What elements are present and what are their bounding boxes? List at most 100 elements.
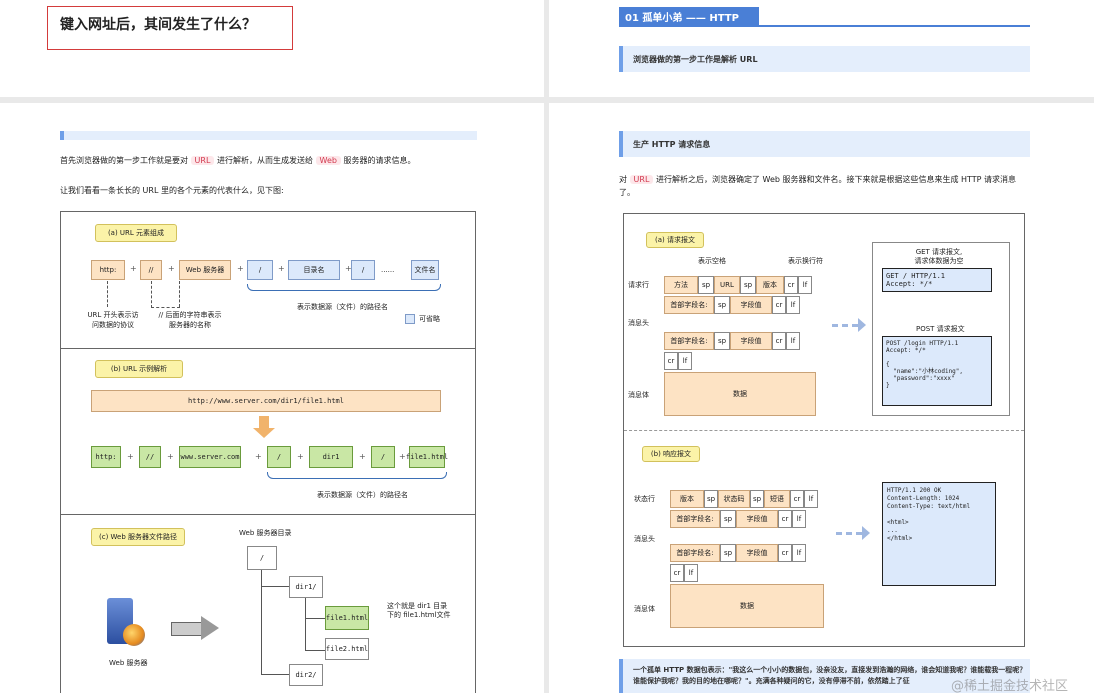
dashed-guide xyxy=(107,281,108,307)
dots: ...... xyxy=(381,266,395,274)
url-tag: URL xyxy=(190,156,215,165)
req-lf: lf xyxy=(798,276,812,294)
box-protocol: http: xyxy=(91,260,125,280)
fig-section-b: (b) URL 示例解析 http://www.server.com/dir1/… xyxy=(61,348,475,515)
web-tag: Web xyxy=(315,156,341,165)
http-figure: (a) 请求报文 表示空格 表示换行符 请求行 消息头 消息体 方法 sp UR… xyxy=(623,213,1025,647)
resp-lf: lf xyxy=(804,490,818,508)
watermark: @稀土掘金技术社区 xyxy=(951,679,1069,693)
tree-line xyxy=(305,598,306,650)
resp-status: 状态码 xyxy=(718,490,750,508)
para1-text-b: 进行解析，从而生成发送给 xyxy=(216,156,313,165)
top-right-page: 01 孤单小弟 —— HTTP 浏览器做的第一步工作是解析 URL xyxy=(549,0,1094,97)
resp-header-name: 首部字段名: xyxy=(670,544,720,562)
req-blank-cr: cr xyxy=(664,352,678,370)
arrow-dashed-icon xyxy=(836,532,862,535)
plus-sign: + xyxy=(359,452,366,461)
plus-sign: + xyxy=(167,452,174,461)
row-label-headers: 消息头 xyxy=(628,319,649,327)
arrow-dashed-head-icon xyxy=(862,526,870,540)
req-header-cr: cr xyxy=(772,332,786,350)
resp-header-name: 首部字段名: xyxy=(670,510,720,528)
ex-file: file1.html xyxy=(406,446,448,468)
ex-slashes: // xyxy=(139,446,161,468)
newline-note: 表示换行符 xyxy=(788,257,823,265)
box-slashes: // xyxy=(140,260,162,280)
plus-sign: + xyxy=(399,452,406,461)
server-label: Web 服务器 xyxy=(109,659,148,667)
resp-blank-cr: cr xyxy=(670,564,684,582)
plus-sign: + xyxy=(255,452,262,461)
get-title: GET 请求报文, 请求体数据为空 xyxy=(914,248,964,265)
box-server: Web 服务器 xyxy=(179,260,231,280)
down-arrow-head-icon xyxy=(253,428,275,438)
resp-body: 数据 xyxy=(670,584,824,628)
resp-sp: sp xyxy=(750,490,764,508)
resp-header-value: 字段值 xyxy=(736,544,778,562)
box-slash: / xyxy=(351,260,375,280)
url-tag: URL xyxy=(629,175,654,184)
dashed-guide xyxy=(151,281,180,308)
right-arrow-icon xyxy=(171,622,202,636)
req-header-sp: sp xyxy=(714,332,730,350)
post-title: POST 请求报文 xyxy=(916,325,965,333)
fig-b-label: (b) URL 示例解析 xyxy=(95,360,183,378)
down-arrow-icon xyxy=(259,416,269,428)
left-paragraph-2: 让我们看看一条长长的 URL 里的各个元素的代表什么，见下图: xyxy=(60,186,284,195)
divider xyxy=(624,430,1024,431)
tree-root: / xyxy=(247,546,277,570)
resp-header-value: 字段值 xyxy=(736,510,778,528)
req-sp: sp xyxy=(740,276,756,294)
para1-text-a: 首先浏览器做的第一步工作就是要对 xyxy=(60,156,188,165)
req-header-name: 首部字段名: xyxy=(664,332,714,350)
space-note: 表示空格 xyxy=(698,257,726,265)
plus-sign: + xyxy=(278,264,285,273)
post-example: POST /login HTTP/1.1 Accept: */* { "name… xyxy=(882,336,992,406)
req-method: 方法 xyxy=(664,276,698,294)
legend-text: 可省略 xyxy=(419,315,440,323)
tree-line xyxy=(305,650,325,651)
protocol-note: URL 开头表示访 问数据的协议 xyxy=(87,311,139,329)
req-version: 版本 xyxy=(756,276,784,294)
row-label-status-line: 状态行 xyxy=(634,495,655,503)
path-note: 表示数据源（文件）的路径名 xyxy=(317,491,408,499)
req-cr: cr xyxy=(784,276,798,294)
path-brace xyxy=(247,284,441,291)
arrow-dashed-icon xyxy=(832,324,858,327)
ex-slash: / xyxy=(371,446,395,468)
req-header-name: 首部字段名: xyxy=(664,296,714,314)
file-note: 这个就是 dir1 目录 下的 file1.html文件 xyxy=(387,602,451,619)
fig-a-label: (a) URL 元素组成 xyxy=(95,224,177,242)
req-label: (a) 请求报文 xyxy=(646,232,704,248)
tree-dir2: dir2/ xyxy=(289,664,323,686)
ex-dir: dir1 xyxy=(309,446,353,468)
left-page: 首先浏览器做的第一步工作就是要对 URL 进行解析，从而生成发送给 Web 服务… xyxy=(0,103,544,693)
req-body: 数据 xyxy=(664,372,816,416)
req-header-lf: lf xyxy=(786,296,800,314)
path-note: 表示数据源（文件）的路径名 xyxy=(297,303,388,311)
plus-sign: + xyxy=(127,452,134,461)
sub-heading-text: 浏览器做的第一步工作是解析 URL xyxy=(633,54,758,64)
row-label-body: 消息体 xyxy=(628,391,649,399)
right-heading: 生产 HTTP 请求信息 xyxy=(619,131,1030,157)
right-paragraph: 对 URL 进行解析之后，浏览器确定了 Web 服务器和文件名。接下来就是根据这… xyxy=(619,173,1029,199)
left-paragraph-1: 首先浏览器做的第一步工作就是要对 URL 进行解析，从而生成发送给 Web 服务… xyxy=(60,155,500,166)
right-page: 生产 HTTP 请求信息 对 URL 进行解析之后，浏览器确定了 Web 服务器… xyxy=(549,103,1094,693)
fig-section-a: (a) URL 元素组成 http: + // + Web 服务器 + / + … xyxy=(61,212,475,349)
server-note: // 后面的字符串表示 服务器的名称 xyxy=(158,311,222,329)
fig-c-label: (c) Web 服务器文件路径 xyxy=(91,528,185,546)
resp-header-sp: sp xyxy=(720,544,736,562)
ex-server: www.server.com xyxy=(179,446,241,468)
globe-icon xyxy=(123,624,145,646)
resp-blank-lf: lf xyxy=(684,564,698,582)
req-header-lf: lf xyxy=(786,332,800,350)
right-heading-text: 生产 HTTP 请求信息 xyxy=(633,139,711,149)
resp-header-cr: cr xyxy=(778,510,792,528)
req-url: URL xyxy=(714,276,740,294)
get-example: GET / HTTP/1.1 Accept: */* xyxy=(882,268,992,292)
resp-header-cr: cr xyxy=(778,544,792,562)
path-brace xyxy=(267,472,447,479)
tree-line xyxy=(305,618,325,619)
resp-phrase: 短语 xyxy=(764,490,790,508)
sub-heading: 浏览器做的第一步工作是解析 URL xyxy=(619,46,1030,72)
